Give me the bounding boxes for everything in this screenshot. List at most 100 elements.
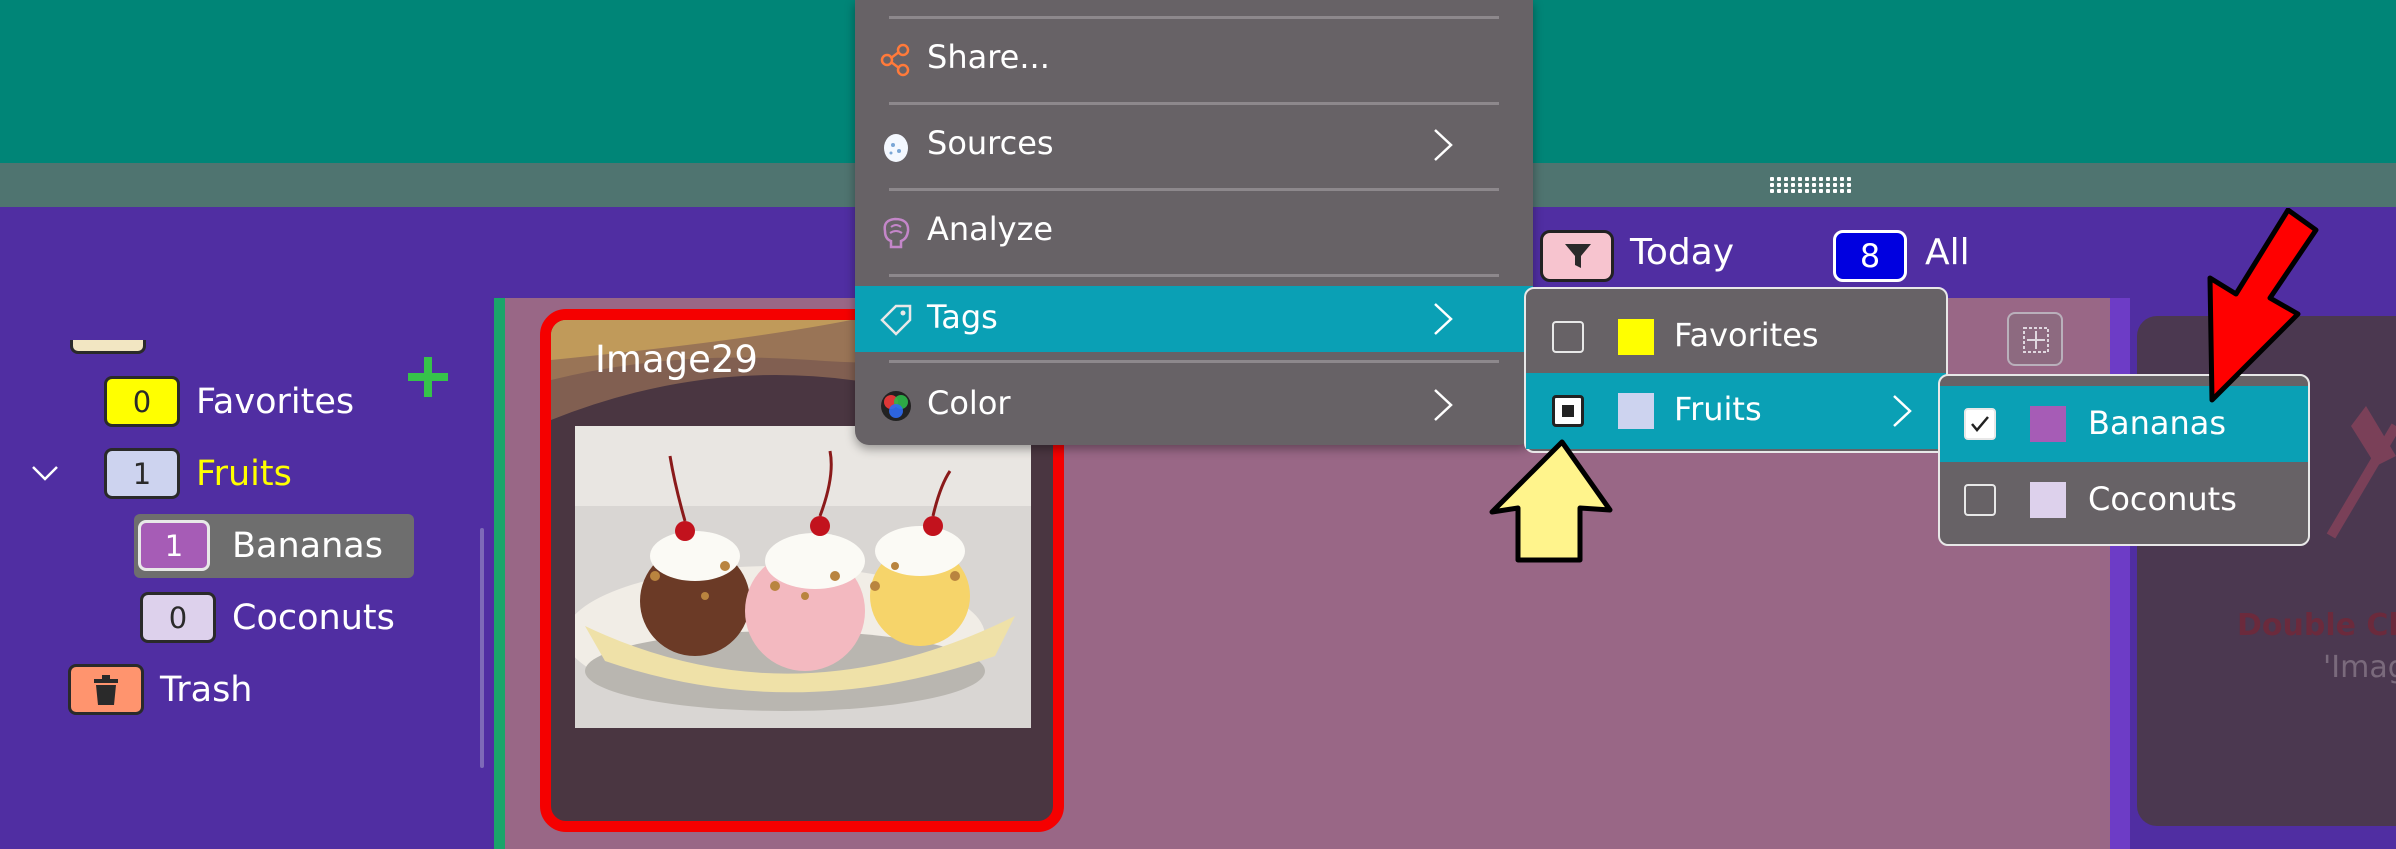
grip-dot bbox=[1819, 189, 1823, 193]
submenu-item-coconuts[interactable]: Coconuts bbox=[1940, 462, 2308, 538]
filter-all-label[interactable]: All bbox=[1925, 232, 1970, 273]
grip-dot bbox=[1833, 189, 1837, 193]
grip-dot bbox=[1784, 177, 1788, 181]
sidebar-scrollbar[interactable] bbox=[480, 528, 484, 768]
grip-dot bbox=[1819, 177, 1823, 181]
banana-split-photo[interactable] bbox=[575, 426, 1031, 728]
grip-dot bbox=[1833, 177, 1837, 181]
context-menu: Share... Sources Analyze Tags Color bbox=[855, 0, 1533, 445]
checkbox[interactable] bbox=[1552, 321, 1584, 353]
add-tag-icon[interactable] bbox=[406, 355, 450, 399]
menu-separator bbox=[889, 274, 1499, 277]
menu-item-share[interactable]: Share... bbox=[855, 26, 1533, 92]
filter-button[interactable] bbox=[1540, 230, 1614, 282]
sidebar-item-bananas[interactable]: 1 Bananas bbox=[134, 514, 414, 578]
color-swatch bbox=[2030, 482, 2066, 518]
grip-dot bbox=[1819, 183, 1823, 187]
grip-dot bbox=[1791, 177, 1795, 181]
menu-separator bbox=[889, 102, 1499, 105]
grip-dot bbox=[1840, 189, 1844, 193]
grip-dot bbox=[1777, 177, 1781, 181]
panel-divider bbox=[494, 298, 505, 849]
color-swatch bbox=[1618, 393, 1654, 429]
tag-count-badge: 0 bbox=[140, 592, 216, 643]
grip-dot bbox=[1798, 189, 1802, 193]
submenu-item-label: Favorites bbox=[1674, 316, 1819, 354]
menu-item-sources[interactable]: Sources bbox=[855, 112, 1533, 178]
grip-dot bbox=[1791, 189, 1795, 193]
chevron-right-icon bbox=[1893, 395, 1912, 427]
submenu-item-favorites[interactable]: Favorites bbox=[1526, 289, 1946, 365]
drag-grip-icon[interactable] bbox=[1770, 177, 1854, 193]
chevron-down-icon[interactable] bbox=[30, 458, 60, 488]
collapsed-tag-stub bbox=[70, 340, 146, 354]
sidebar-item-fruits[interactable]: 1 Fruits bbox=[100, 446, 400, 502]
grip-dot bbox=[1812, 183, 1816, 187]
menu-item-analyze[interactable]: Analyze bbox=[855, 198, 1533, 264]
filter-icon bbox=[1565, 244, 1591, 268]
tag-count-badge: 1 bbox=[104, 448, 180, 499]
submenu-item-label: Fruits bbox=[1674, 390, 1762, 428]
grip-dot bbox=[1777, 183, 1781, 187]
grip-dot bbox=[1777, 189, 1781, 193]
grip-dot bbox=[1826, 183, 1830, 187]
menu-item-tags[interactable]: Tags bbox=[855, 286, 1533, 352]
color-wheel-icon bbox=[881, 391, 911, 421]
brain-icon bbox=[883, 217, 910, 249]
chevron-right-icon bbox=[1434, 129, 1453, 161]
grip-dot bbox=[1798, 177, 1802, 181]
grip-dot bbox=[1847, 177, 1851, 181]
grip-dot bbox=[1791, 183, 1795, 187]
grip-dot bbox=[1784, 183, 1788, 187]
menu-item-label: Analyze bbox=[927, 210, 1054, 248]
card-title: Image29 bbox=[595, 338, 758, 381]
sidebar-item-trash[interactable]: Trash bbox=[66, 662, 366, 718]
grip-dot bbox=[1805, 183, 1809, 187]
submenu-item-label: Bananas bbox=[2088, 404, 2227, 442]
grip-dot bbox=[1812, 189, 1816, 193]
detail-hint-sub: 'Imag bbox=[2323, 650, 2396, 685]
grip-dot bbox=[1833, 183, 1837, 187]
filter-today-label[interactable]: Today bbox=[1630, 232, 1734, 273]
checkmark-icon bbox=[1971, 416, 1989, 432]
checkbox-partial[interactable] bbox=[1552, 395, 1584, 427]
menu-separator bbox=[889, 16, 1499, 19]
red-arrow-icon bbox=[2207, 208, 2319, 403]
grid-icon bbox=[2023, 327, 2049, 353]
grip-dot bbox=[1805, 177, 1809, 181]
trash-badge bbox=[68, 664, 144, 715]
tag-count-badge: 1 bbox=[138, 520, 210, 571]
menu-item-label: Tags bbox=[927, 298, 998, 336]
chevron-right-icon bbox=[1434, 303, 1453, 335]
grip-dot bbox=[1826, 177, 1830, 181]
grip-dot bbox=[1812, 177, 1816, 181]
menu-item-color[interactable]: Color bbox=[855, 372, 1533, 438]
grip-dot bbox=[1798, 183, 1802, 187]
all-count-badge[interactable]: 8 bbox=[1833, 230, 1907, 282]
grip-dot bbox=[1784, 189, 1788, 193]
grip-dot bbox=[1805, 189, 1809, 193]
share-icon bbox=[880, 43, 910, 77]
trash-label: Trash bbox=[160, 670, 253, 710]
pin-icon bbox=[2326, 406, 2396, 539]
color-swatch bbox=[1618, 319, 1654, 355]
tag-label: Fruits bbox=[196, 454, 292, 494]
egg-icon bbox=[884, 134, 908, 162]
grip-dot bbox=[1770, 189, 1774, 193]
checkbox-checked[interactable] bbox=[1964, 408, 1996, 440]
menu-separator bbox=[889, 188, 1499, 191]
sidebar: 0 Favorites 1 Fruits 1 Bananas 0 Coconut… bbox=[0, 300, 490, 849]
sidebar-item-favorites[interactable]: 0 Favorites bbox=[100, 374, 400, 430]
tag-count-badge: 0 bbox=[104, 376, 180, 427]
tag-label: Favorites bbox=[196, 382, 355, 422]
detail-hint: Double Cli bbox=[2237, 608, 2396, 643]
grid-view-button[interactable] bbox=[2007, 312, 2063, 366]
checkbox[interactable] bbox=[1964, 484, 1996, 516]
chevron-right-icon bbox=[1434, 389, 1453, 421]
sidebar-item-coconuts[interactable]: 0 Coconuts bbox=[138, 590, 438, 646]
tag-label: Bananas bbox=[232, 526, 383, 566]
menu-item-label: Color bbox=[927, 384, 1011, 422]
submenu-item-label: Coconuts bbox=[2088, 480, 2237, 518]
grip-dot bbox=[1840, 183, 1844, 187]
trash-icon bbox=[94, 674, 118, 705]
